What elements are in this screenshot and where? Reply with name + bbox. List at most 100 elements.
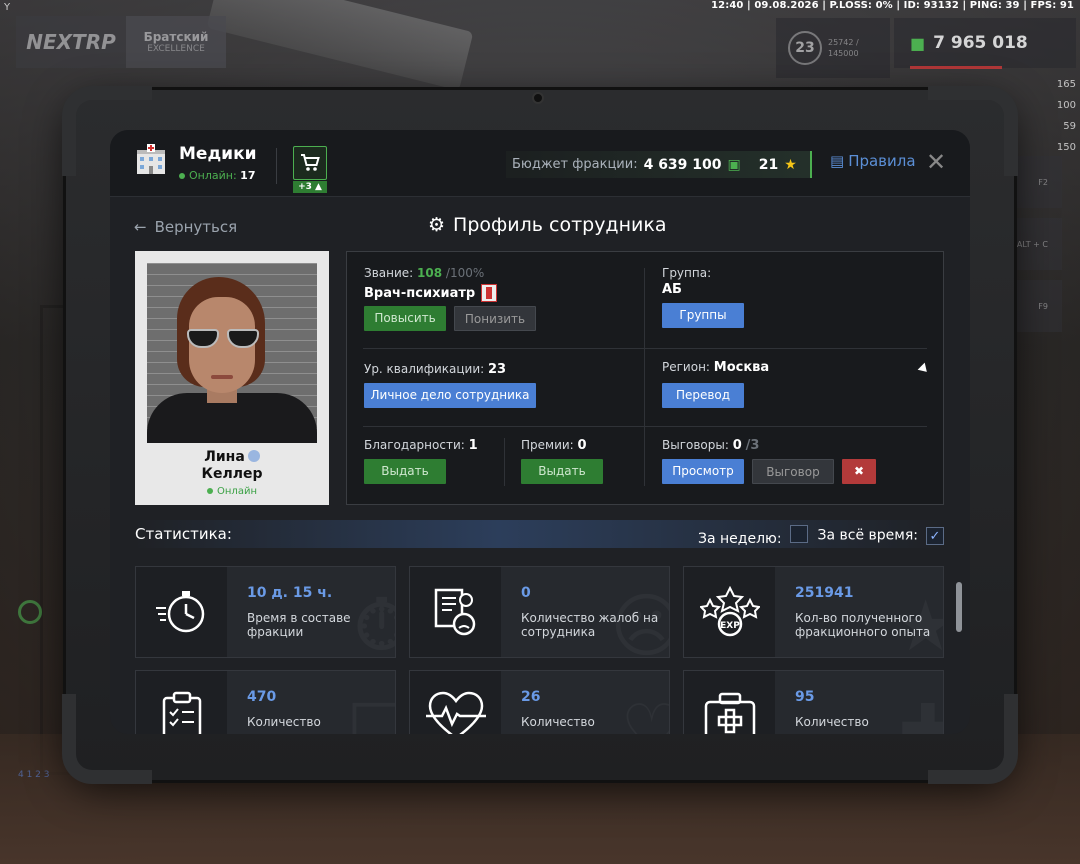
stat-value: 26	[521, 689, 541, 705]
stat-card: 26 Количество ♡	[409, 670, 670, 734]
reprimand-section: Выговоры: 0 /3 Просмотр Выговор ✖	[662, 438, 876, 484]
filter-week-label: За неделю:	[698, 531, 782, 547]
status-line: 12:40 | 09.08.2026 | P.LOSS: 0% | ID: 93…	[711, 0, 1074, 11]
stat-watermark: ⏱	[354, 584, 395, 657]
group-section: Группа: АБ Группы	[662, 266, 744, 328]
reprimand-label: Выговоры:	[662, 438, 729, 452]
qualification-value: 23	[488, 362, 507, 377]
region-label: Регион:	[662, 360, 710, 374]
cash-icon: ■	[910, 33, 926, 53]
server-name: Братский	[143, 30, 209, 44]
character-mouth	[211, 375, 233, 379]
group-label: Группа:	[662, 266, 712, 280]
rank-max: /100%	[445, 266, 485, 280]
stopwatch-icon	[155, 591, 204, 633]
hud-stats: 165 100 59 150	[1008, 74, 1076, 158]
qualification-section: Ур. квалификации: 23 Личное дело сотрудн…	[364, 362, 536, 408]
stat-icon-box	[684, 671, 775, 734]
tablet-screen: Медики Онлайн: 17 +3 ▲ Бюджет фракции: 4…	[110, 130, 970, 734]
filter-week[interactable]: За неделю:	[698, 525, 808, 547]
verified-icon	[247, 450, 260, 462]
stats-header: Статистика: За неделю: За всё время: ✓	[135, 520, 944, 548]
mugshot-photo	[147, 263, 317, 443]
stats-scrollbar[interactable]	[956, 582, 962, 632]
reprimand-max: /3	[745, 438, 760, 453]
stat-icon-box	[410, 567, 501, 657]
give-thanks-button[interactable]: Выдать	[364, 459, 446, 484]
level-exp: 25742 / 145000	[828, 37, 859, 59]
thanks-label: Благодарности:	[364, 438, 465, 452]
region-actions: Перевод	[662, 383, 769, 408]
hospital-icon	[137, 144, 165, 174]
faction-online: Онлайн: 17	[179, 169, 255, 182]
stat-value: 470	[247, 689, 277, 705]
reprimand-button[interactable]: Выговор	[752, 459, 834, 484]
voice-indicator-icon	[18, 600, 42, 624]
hotbar-numbers: 4 1 2 3	[18, 770, 50, 780]
filter-week-checkbox[interactable]	[789, 525, 808, 543]
document-icon: ▤	[830, 152, 845, 170]
employee-last-name: Келлер	[201, 466, 263, 482]
thanks-actions: Выдать	[364, 459, 478, 484]
divider	[504, 438, 505, 486]
complaint-icon	[434, 588, 475, 636]
bonus-label: Премии:	[521, 438, 574, 452]
header-divider	[276, 148, 277, 184]
personal-file-button[interactable]: Личное дело сотрудника	[364, 383, 536, 408]
svg-text:EXP: EXP	[720, 621, 740, 631]
back-button[interactable]: ← Вернуться	[134, 218, 237, 236]
rules-link[interactable]: ▤ Правила	[830, 152, 916, 170]
logo-text: NEXTRP	[26, 30, 116, 54]
exp-icon: EXP	[699, 586, 760, 637]
faction-rating: 21	[758, 156, 779, 173]
rank-section: Звание: 108 /100% Врач-психиатр Повысить…	[364, 266, 536, 331]
shop-button[interactable]	[293, 146, 327, 180]
clipboard-icon	[162, 691, 201, 734]
bonus-row: Премии: 0	[521, 438, 603, 453]
keybind-f2: F2	[1012, 156, 1062, 208]
qualification-actions: Личное дело сотрудника	[364, 383, 536, 408]
stat-watermark: ★	[894, 585, 943, 657]
view-reprimands-button[interactable]: Просмотр	[662, 459, 744, 484]
promote-button[interactable]: Повысить	[364, 306, 446, 331]
employee-name: Лина Келлер	[135, 449, 329, 483]
server-logo: NEXTRP Братский EXCELLENCE	[16, 16, 226, 68]
thanks-value: 1	[468, 438, 478, 453]
rank-actions: Повысить Понизить	[364, 306, 536, 331]
close-button[interactable]: ✕	[926, 150, 946, 174]
stat-watermark: ☹	[610, 585, 669, 657]
stat-card: 10 д. 15 ч. Время в составе фракции ⏱	[135, 566, 396, 658]
hud-stat-thirst: 150	[1056, 142, 1076, 153]
stat-card: EXP 251941 Кол-во полученного фракционно…	[683, 566, 944, 658]
remove-reprimand-button[interactable]: ✖	[842, 459, 876, 484]
transfer-button[interactable]: Перевод	[662, 383, 744, 408]
filter-all-time[interactable]: За всё время: ✓	[818, 527, 944, 545]
keybind-f9: F9	[1012, 280, 1062, 332]
groups-button[interactable]: Группы	[662, 303, 744, 328]
region-section: Регион: Москва Перевод	[662, 360, 769, 408]
group-actions: Группы	[662, 303, 744, 328]
exp-total: 145000	[828, 49, 859, 58]
shop-badge: +3 ▲	[293, 181, 327, 193]
demote-button[interactable]: Понизить	[454, 306, 536, 331]
divider	[363, 426, 927, 427]
exp-current: 25742 /	[828, 38, 859, 47]
bonus-section: Премии: 0 Выдать	[521, 438, 603, 484]
stat-watermark: ♡	[620, 689, 669, 734]
give-bonus-button[interactable]: Выдать	[521, 459, 603, 484]
stat-icon-box: EXP	[684, 567, 775, 657]
level-circle: 23	[788, 31, 822, 65]
faction-online-label: Онлайн:	[189, 169, 237, 182]
rank-label: Звание:	[364, 266, 414, 280]
faction-name: Медики	[179, 144, 257, 164]
rank-current: 108	[417, 266, 443, 280]
star-icon: ★	[784, 156, 797, 173]
back-label: Вернуться	[154, 218, 238, 236]
filter-all-checkbox[interactable]: ✓	[926, 527, 944, 545]
side-keybinds: F2 ALT + C F9	[1012, 156, 1062, 342]
rank-title-row: Врач-психиатр	[364, 284, 536, 302]
faction-header: Медики Онлайн: 17 +3 ▲ Бюджет фракции: 4…	[110, 130, 970, 197]
divider	[363, 348, 927, 349]
rank-row: Звание: 108 /100%	[364, 266, 536, 280]
employee-status: Онлайн	[135, 486, 329, 497]
